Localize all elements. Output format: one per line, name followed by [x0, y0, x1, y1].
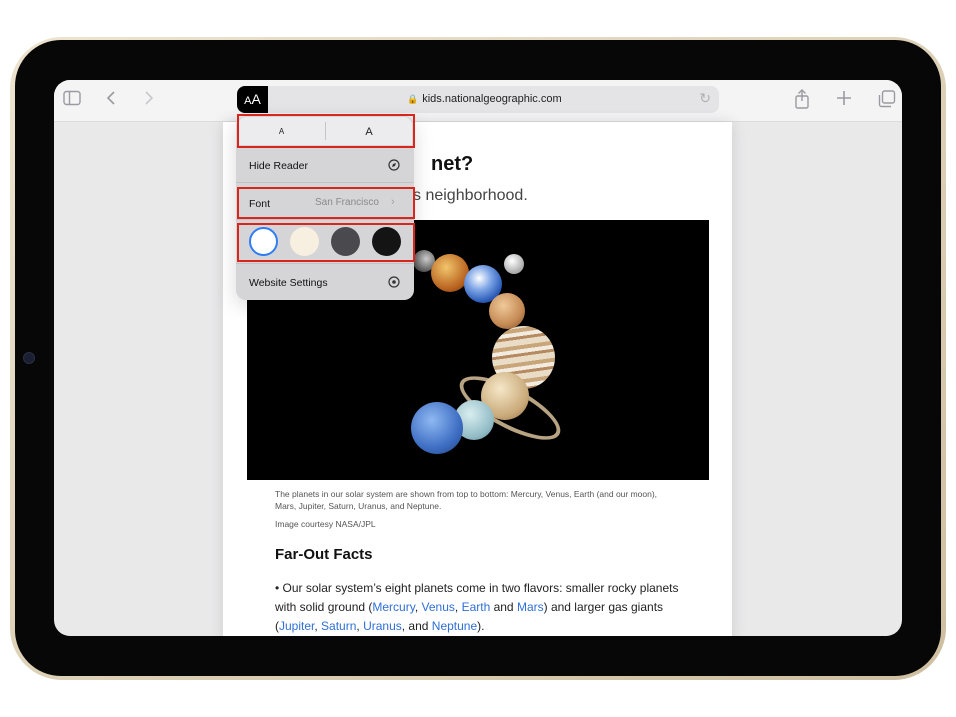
- settings-icon: [388, 276, 400, 291]
- uranus-link[interactable]: Uranus: [363, 619, 402, 633]
- url-text: kids.nationalgeographic.com: [422, 93, 562, 105]
- section-heading: Far-Out Facts: [275, 546, 373, 563]
- highlight-font-row: [237, 187, 415, 219]
- share-icon[interactable]: [794, 89, 810, 113]
- mars-link[interactable]: Mars: [517, 600, 544, 614]
- paragraph-text: ,: [454, 600, 462, 614]
- neptune-planet: [411, 402, 463, 454]
- paragraph-text: ,: [414, 600, 422, 614]
- menu-divider: [236, 219, 414, 220]
- mars-planet: [489, 293, 525, 329]
- website-settings-item[interactable]: Website Settings: [249, 277, 328, 289]
- new-tab-icon[interactable]: [836, 90, 852, 110]
- mercury-link[interactable]: Mercury: [372, 600, 414, 614]
- browser-toolbar: AA 🔒 kids.nationalgeographic.com ↻: [54, 80, 902, 122]
- earth-link[interactable]: Earth: [462, 600, 491, 614]
- screen: AA 🔒 kids.nationalgeographic.com ↻ net? s…: [54, 80, 902, 636]
- reader-format-button[interactable]: AA: [237, 86, 268, 113]
- highlight-font-size-controls: [237, 114, 415, 148]
- menu-divider: [236, 263, 414, 264]
- image-caption: The planets in our solar system are show…: [275, 489, 658, 511]
- forward-icon[interactable]: [144, 90, 154, 110]
- menu-divider: [236, 182, 414, 183]
- sidebar-icon[interactable]: [63, 90, 81, 110]
- venus-link[interactable]: Venus: [422, 600, 455, 614]
- highlight-theme-swatches: [237, 223, 415, 262]
- aa-small-label: A: [244, 95, 252, 107]
- article-paragraph: • Our solar system’s eight planets come …: [275, 579, 695, 636]
- tabs-icon[interactable]: [878, 90, 896, 112]
- paragraph-text: ).: [477, 619, 485, 633]
- article-title: net?: [431, 153, 474, 175]
- back-icon[interactable]: [106, 90, 116, 110]
- front-camera: [23, 352, 35, 364]
- article-subtitle: s neighborhood.: [413, 187, 528, 204]
- aa-large-label: A: [251, 91, 261, 107]
- paragraph-text: and: [490, 600, 517, 614]
- url-display[interactable]: 🔒 kids.nationalgeographic.com: [407, 86, 562, 113]
- address-bar[interactable]: AA 🔒 kids.nationalgeographic.com ↻: [237, 86, 719, 113]
- saturn-link[interactable]: Saturn: [321, 619, 356, 633]
- paragraph-text: , and: [401, 619, 432, 633]
- moon: [504, 254, 524, 274]
- hide-reader-item[interactable]: Hide Reader: [249, 160, 308, 172]
- jupiter-link[interactable]: Jupiter: [279, 619, 314, 633]
- compass-icon: [388, 159, 400, 174]
- neptune-link[interactable]: Neptune: [432, 619, 477, 633]
- image-credit: Image courtesy NASA/JPL: [275, 519, 376, 529]
- reload-icon[interactable]: ↻: [699, 90, 711, 107]
- lock-icon: 🔒: [407, 94, 419, 104]
